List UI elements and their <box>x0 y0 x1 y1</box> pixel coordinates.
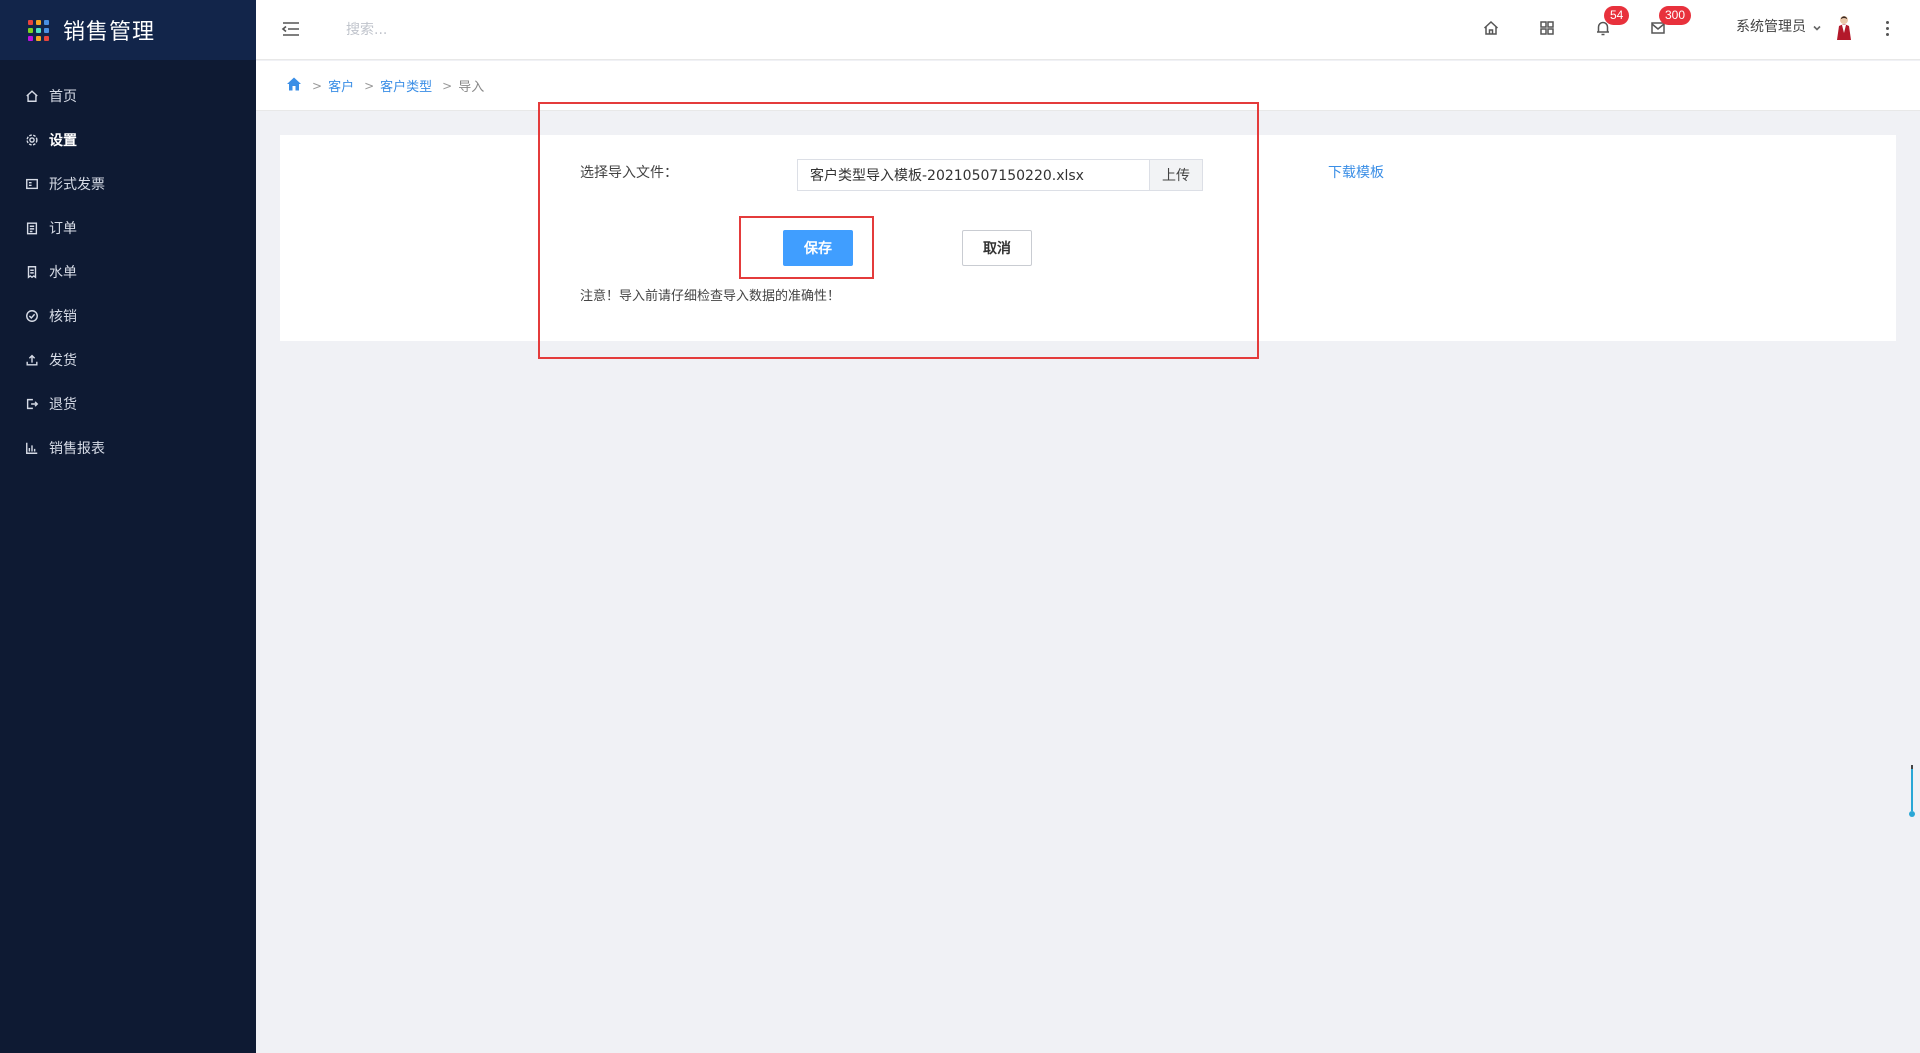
sidebar-item-settings[interactable]: 设置 <box>0 118 256 162</box>
receipt-icon <box>24 264 40 280</box>
invoice-icon <box>24 176 40 192</box>
brand-dot <box>36 27 41 33</box>
messages-badge: 300 <box>1659 6 1692 25</box>
sidebar-item-label: 设置 <box>49 133 77 149</box>
sidebar-item-label: 形式发票 <box>49 177 105 193</box>
clipboard-icon <box>24 220 40 236</box>
sidebar-item-sales-report[interactable]: 销售报表 <box>0 426 256 470</box>
breadcrumb-separator: > <box>312 78 323 93</box>
breadcrumb: > 客户 > 客户类型 > 导入 <box>256 61 1920 111</box>
sidebar-item-returns[interactable]: 退货 <box>0 382 256 426</box>
brand-dot <box>28 27 33 33</box>
brand[interactable]: 销售管理 <box>0 0 256 60</box>
home-icon[interactable] <box>1480 17 1502 39</box>
gear-icon <box>24 132 40 148</box>
breadcrumb-link-customer[interactable]: 客户 <box>328 76 354 95</box>
top-header: 54 300 系统管理员 <box>256 0 1920 60</box>
apps-grid-icon <box>28 19 49 41</box>
notification-bell-icon[interactable]: 54 <box>1592 6 1630 39</box>
check-circle-icon <box>24 308 40 324</box>
brand-dot <box>44 27 49 33</box>
avatar[interactable] <box>1833 14 1855 40</box>
user-menu[interactable]: 系统管理员 <box>1736 16 1822 36</box>
breadcrumb-separator: > <box>442 78 453 93</box>
sidebar-item-write-off[interactable]: 核销 <box>0 294 256 338</box>
file-label: 选择导入文件： <box>580 165 678 181</box>
sidebar-item-shipping[interactable]: 发货 <box>0 338 256 382</box>
sidebar-item-label: 退货 <box>49 397 77 413</box>
brand-dot <box>44 35 49 41</box>
sidebar-item-home[interactable]: 首页 <box>0 74 256 118</box>
upload-icon <box>24 352 40 368</box>
sidebar-item-label: 核销 <box>49 309 77 325</box>
more-vertical-icon[interactable] <box>1881 17 1893 39</box>
brand-dot <box>44 19 49 25</box>
sidebar: 销售管理 首页 设置 形式发票 订单 水单 核销 发货 退货 销售报表 <box>0 0 256 1053</box>
notifications-badge: 54 <box>1604 6 1630 25</box>
home-icon <box>24 88 40 104</box>
sidebar-menu: 首页 设置 形式发票 订单 水单 核销 发货 退货 销售报表 <box>0 74 256 470</box>
scroll-handle[interactable] <box>1909 763 1915 819</box>
sidebar-item-label: 销售报表 <box>49 441 105 457</box>
save-button[interactable]: 保存 <box>783 230 853 266</box>
return-icon <box>24 396 40 412</box>
sidebar-item-orders[interactable]: 订单 <box>0 206 256 250</box>
sidebar-item-receipts[interactable]: 水单 <box>0 250 256 294</box>
user-name: 系统管理员 <box>1736 19 1806 35</box>
app-title: 销售管理 <box>63 20 156 45</box>
file-path-input[interactable] <box>797 159 1149 191</box>
sidebar-item-label: 首页 <box>49 89 77 105</box>
brand-dot <box>36 35 41 41</box>
brand-dot <box>28 19 33 25</box>
download-template-link[interactable]: 下载模板 <box>1328 162 1384 182</box>
message-icon[interactable]: 300 <box>1647 6 1692 39</box>
breadcrumb-separator: > <box>364 78 375 93</box>
sidebar-item-proforma-invoice[interactable]: 形式发票 <box>0 162 256 206</box>
brand-dot <box>36 19 41 25</box>
bar-chart-icon <box>24 440 40 456</box>
breadcrumb-link-customer-type[interactable]: 客户类型 <box>380 76 432 95</box>
menu-toggle-icon[interactable] <box>280 18 302 40</box>
upload-button[interactable]: 上传 <box>1149 159 1203 191</box>
search-input[interactable] <box>346 17 606 43</box>
sidebar-item-label: 发货 <box>49 353 77 369</box>
sidebar-item-label: 订单 <box>49 221 77 237</box>
chevron-down-icon <box>1812 21 1822 31</box>
apps-grid-icon[interactable] <box>1536 17 1558 39</box>
home-icon[interactable] <box>286 76 302 96</box>
sidebar-item-label: 水单 <box>49 265 77 281</box>
cancel-button[interactable]: 取消 <box>962 230 1032 266</box>
brand-dot <box>28 35 33 41</box>
breadcrumb-current: 导入 <box>458 80 485 95</box>
import-notice: 注意！导入前请仔细检查导入数据的准确性！ <box>580 289 841 304</box>
